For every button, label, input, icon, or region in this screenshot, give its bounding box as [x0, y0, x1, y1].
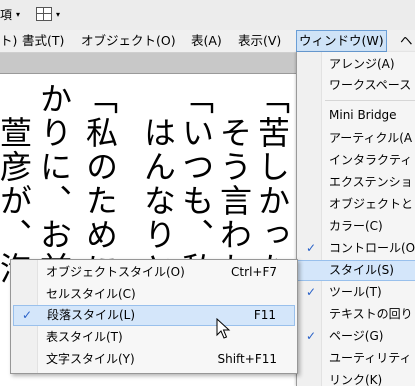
text-column: 「苦しかった	[253, 82, 291, 286]
grid-layout-icon	[36, 7, 52, 21]
check-icon: ✓	[22, 308, 33, 322]
document-tab-bar	[0, 53, 300, 74]
chevron-down-icon: ▾	[56, 9, 61, 19]
shortcut-label: Ctrl+F7	[231, 265, 277, 279]
menu-bar: ト) 書式(T) オブジェクト(O) 表(A) 表示(V) ウィンドウ(W) ヘ	[0, 30, 415, 53]
mouse-cursor-icon	[216, 318, 231, 339]
menu-text[interactable]: ト)	[0, 30, 17, 52]
window-menu-item[interactable]: ✓ コントロール(O	[297, 238, 415, 259]
window-menu-item[interactable]: インタラクティ	[297, 150, 415, 171]
shortcut-label: Shift+F11	[217, 352, 277, 366]
window-menu-item[interactable]: アーティクル(A	[297, 128, 415, 149]
window-menu-item[interactable]: ✓ ツール(T)	[297, 282, 415, 303]
layout-dropdown[interactable]: ▾	[36, 4, 60, 24]
shortcut-label: F11	[253, 308, 276, 322]
window-menu-item[interactable]: カラー(C)	[297, 216, 415, 237]
paragraph-style-dropdown[interactable]: 項 ▾	[0, 4, 20, 24]
control-toolbar: 項 ▾ ▾	[0, 0, 415, 31]
window-menu-item[interactable]: アレンジ(A)	[297, 54, 415, 75]
check-icon: ✓	[306, 285, 317, 299]
window-menu-item[interactable]: Mini Bridge	[297, 105, 415, 126]
check-icon: ✓	[306, 241, 317, 255]
menu-window[interactable]: ウィンドウ(W)	[296, 30, 387, 52]
text-column: かりに、お前	[35, 82, 73, 286]
menu-type[interactable]: 書式(T)	[22, 30, 64, 52]
check-icon: ✓	[306, 329, 317, 343]
window-menu-item[interactable]: ワークスペース	[297, 75, 415, 96]
submenu-item-paragraph-style[interactable]: ✓ 段落スタイル(L) F11	[13, 305, 295, 326]
menu-view[interactable]: 表示(V)	[238, 30, 281, 52]
window-menu-item[interactable]: オブジェクトと	[297, 194, 415, 215]
window-menu-item-style[interactable]: スタイル(S)	[297, 260, 415, 281]
submenu-item-cell-style[interactable]: セルスタイル(C)	[13, 284, 295, 305]
window-menu-item[interactable]: テキストの回り	[297, 304, 415, 325]
window-menu-item[interactable]: ユーティリティ	[297, 348, 415, 369]
menu-separator	[325, 100, 415, 101]
menu-table[interactable]: 表(A)	[191, 30, 222, 52]
submenu-item-object-style[interactable]: オブジェクトスタイル(O) Ctrl+F7	[13, 262, 295, 283]
window-menu-item[interactable]: ✓ ページ(G)	[297, 326, 415, 347]
menu-object[interactable]: オブジェクト(O)	[81, 30, 176, 52]
submenu-item-character-style[interactable]: 文字スタイル(Y) Shift+F11	[13, 349, 295, 370]
window-menu: アレンジ(A) ワークスペース Mini Bridge アーティクル(A インタ…	[296, 52, 415, 386]
chevron-down-icon: ▾	[16, 9, 21, 19]
menu-help[interactable]: ヘ	[400, 30, 413, 52]
submenu-item-table-style[interactable]: 表スタイル(T)	[13, 327, 295, 348]
window-menu-item[interactable]: エクステンショ	[297, 172, 415, 193]
style-submenu: オブジェクトスタイル(O) Ctrl+F7 セルスタイル(C) ✓ 段落スタイル…	[10, 259, 298, 374]
style-dropdown-glyph: 項	[0, 7, 13, 22]
